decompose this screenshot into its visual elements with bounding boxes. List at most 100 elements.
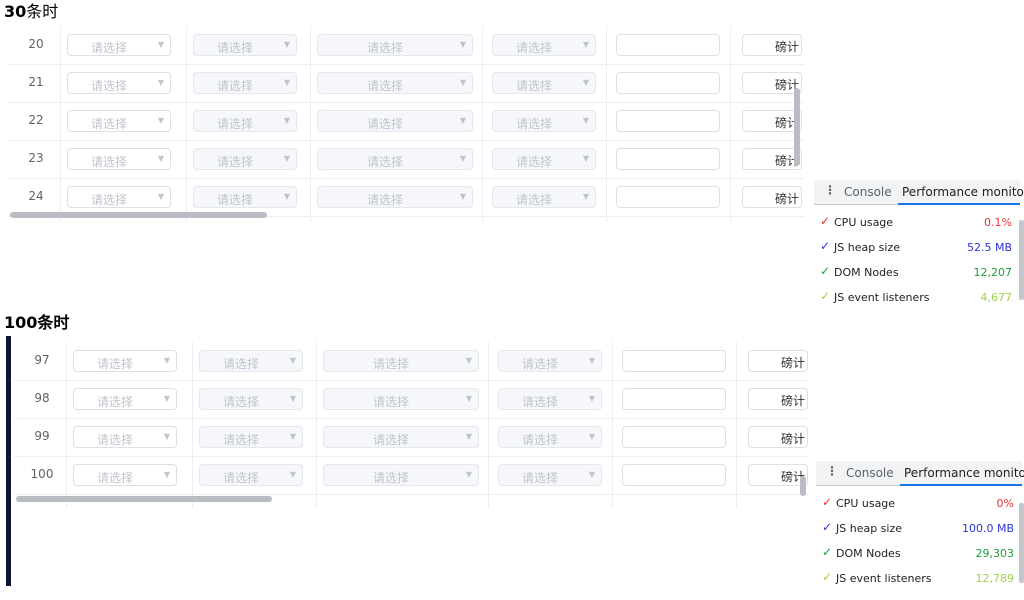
horizontal-scrollbar[interactable] [10, 212, 267, 218]
row-index: 24 [28, 189, 44, 203]
metric-row[interactable]: ✓ JS event listeners 12,789 [816, 570, 1016, 595]
checkmark-icon[interactable]: ✓ [820, 264, 830, 278]
select-dropdown-4: 请选择 ▼ [498, 426, 602, 448]
caret-down-icon: ▼ [163, 432, 170, 441]
page-left-border [6, 336, 11, 586]
select-dropdown-4: 请选择 ▼ [498, 464, 602, 486]
select-dropdown-3: 请选择 ▼ [323, 350, 479, 372]
weigh-button[interactable]: 磅计 [748, 350, 808, 372]
text-input[interactable] [622, 426, 726, 448]
metric-row[interactable]: ✓ JS heap size 100.0 MB [816, 520, 1016, 545]
select-dropdown-1[interactable]: 请选择 ▼ [67, 110, 171, 132]
select-dropdown-4: 请选择 ▼ [498, 350, 602, 372]
weigh-button[interactable]: 磅计 [742, 34, 802, 56]
tab-performance-monitor[interactable]: Performance monitor [904, 466, 1024, 480]
text-input[interactable] [622, 464, 726, 486]
select-placeholder: 请选择 [216, 41, 253, 55]
kebab-menu-icon[interactable]: ⋮ [824, 183, 836, 197]
data-table-30: 20 请选择 ▼ 请选择 ▼ 请选择 ▼ 请选择 ▼ 磅计 21 请选择 ▼ 请选择 ▼ 请选择 ▼ 请选择 ▼ 磅计… [8, 26, 804, 222]
select-dropdown-1[interactable]: 请选择 ▼ [67, 148, 171, 170]
text-input[interactable] [622, 388, 726, 410]
select-placeholder: 请选择 [521, 433, 558, 447]
select-dropdown-1[interactable]: 请选择 ▼ [73, 464, 177, 486]
select-placeholder: 请选择 [515, 79, 552, 93]
checkmark-icon[interactable]: ✓ [820, 289, 830, 303]
select-dropdown-4: 请选择 ▼ [498, 388, 602, 410]
select-placeholder: 请选择 [216, 79, 253, 93]
select-placeholder: 请选择 [222, 471, 259, 485]
select-placeholder: 请选择 [90, 41, 127, 55]
select-dropdown-1[interactable]: 请选择 ▼ [73, 350, 177, 372]
caret-down-icon: ▼ [459, 78, 466, 87]
weigh-button[interactable]: 磅计 [742, 72, 802, 94]
metric-row[interactable]: ✓ DOM Nodes 12,207 [814, 264, 1014, 289]
caret-down-icon: ▼ [157, 154, 164, 163]
kebab-menu-icon[interactable]: ⋮ [826, 464, 838, 478]
checkmark-icon[interactable]: ✓ [822, 520, 832, 534]
select-placeholder: 请选择 [96, 471, 133, 485]
devtools-tab-bar: ⋮ Console Performance monitor [814, 180, 1024, 205]
caret-down-icon: ▼ [588, 432, 595, 441]
metric-value: 100.0 MB [961, 522, 1014, 535]
table-row: 98 请选择 ▼ 请选择 ▼ 请选择 ▼ 请选择 ▼ 磅计 [14, 380, 808, 419]
select-dropdown-1[interactable]: 请选择 ▼ [73, 426, 177, 448]
select-dropdown-1[interactable]: 请选择 ▼ [73, 388, 177, 410]
tab-console[interactable]: Console [846, 466, 894, 480]
checkmark-icon[interactable]: ✓ [822, 545, 832, 559]
select-dropdown-1[interactable]: 请选择 ▼ [67, 186, 171, 208]
select-dropdown-1[interactable]: 请选择 ▼ [67, 72, 171, 94]
vertical-scrollbar[interactable] [800, 476, 806, 496]
panel-scrollbar[interactable] [1019, 220, 1024, 300]
weigh-button-label: 磅计 [780, 394, 805, 408]
caret-down-icon: ▼ [582, 192, 589, 201]
text-input[interactable] [616, 34, 720, 56]
metric-value: 29,303 [975, 547, 1015, 560]
caret-down-icon: ▼ [289, 470, 296, 479]
metric-row[interactable]: ✓ DOM Nodes 29,303 [816, 545, 1016, 570]
select-dropdown-2: 请选择 ▼ [193, 186, 297, 208]
metric-value: 52.5 MB [966, 241, 1012, 254]
caret-down-icon: ▼ [283, 192, 290, 201]
weigh-button[interactable]: 磅计 [748, 426, 808, 448]
tab-performance-monitor[interactable]: Performance monitor [902, 185, 1024, 199]
table-row: 97 请选择 ▼ 请选择 ▼ 请选择 ▼ 请选择 ▼ 磅计 [14, 342, 808, 381]
tab-console[interactable]: Console [844, 185, 892, 199]
metric-row[interactable]: ✓ JS event listeners 4,677 [814, 289, 1014, 314]
checkmark-icon[interactable]: ✓ [822, 495, 832, 509]
select-dropdown-3: 请选择 ▼ [317, 34, 473, 56]
select-placeholder: 请选择 [222, 395, 259, 409]
checkmark-icon[interactable]: ✓ [820, 239, 830, 253]
metric-value: 0% [996, 497, 1014, 510]
text-input[interactable] [616, 110, 720, 132]
text-input[interactable] [616, 148, 720, 170]
metric-row[interactable]: ✓ CPU usage 0% [816, 495, 1016, 520]
select-placeholder: 请选择 [90, 117, 127, 131]
checkmark-icon[interactable]: ✓ [822, 570, 832, 584]
weigh-button[interactable]: 磅计 [742, 186, 802, 208]
select-placeholder: 请选择 [96, 395, 133, 409]
panel-scrollbar[interactable] [1019, 503, 1024, 583]
section-heading-30: 30条时 [4, 2, 58, 22]
text-input[interactable] [622, 350, 726, 372]
select-placeholder: 请选择 [96, 357, 133, 371]
select-dropdown-1[interactable]: 请选择 ▼ [67, 34, 171, 56]
text-input[interactable] [616, 72, 720, 94]
caret-down-icon: ▼ [283, 116, 290, 125]
horizontal-scrollbar[interactable] [16, 496, 272, 502]
weigh-button[interactable]: 磅计 [742, 110, 802, 132]
weigh-button[interactable]: 磅计 [748, 388, 808, 410]
select-placeholder: 请选择 [372, 357, 409, 371]
caret-down-icon: ▼ [459, 154, 466, 163]
metric-value: 12,789 [975, 572, 1015, 585]
metric-row[interactable]: ✓ JS heap size 52.5 MB [814, 239, 1014, 264]
checkmark-icon[interactable]: ✓ [820, 214, 830, 228]
weigh-button[interactable]: 磅计 [742, 148, 802, 170]
table-row: 22 请选择 ▼ 请选择 ▼ 请选择 ▼ 请选择 ▼ 磅计 [8, 102, 804, 141]
text-input[interactable] [616, 186, 720, 208]
weigh-button[interactable]: 磅计 [748, 464, 808, 486]
metric-value: 4,677 [980, 291, 1013, 304]
vertical-scrollbar[interactable] [794, 88, 800, 166]
metric-row[interactable]: ✓ CPU usage 0.1% [814, 214, 1014, 239]
devtools-tab-bar: ⋮ Console Performance monitor [816, 461, 1024, 486]
active-tab-indicator [900, 484, 1022, 486]
